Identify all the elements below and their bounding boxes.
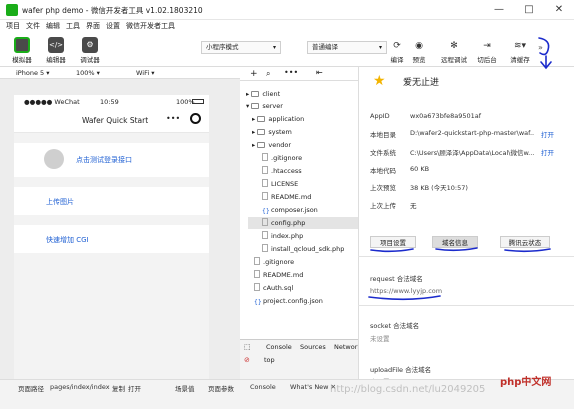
annotation-circle (538, 37, 550, 56)
annotation-underline (435, 247, 478, 252)
annotation-underline (370, 248, 414, 253)
annotation-underline (504, 248, 551, 253)
annotation-arrow (540, 55, 552, 70)
annotation-layer (368, 37, 552, 301)
annotation-underline (368, 295, 441, 301)
